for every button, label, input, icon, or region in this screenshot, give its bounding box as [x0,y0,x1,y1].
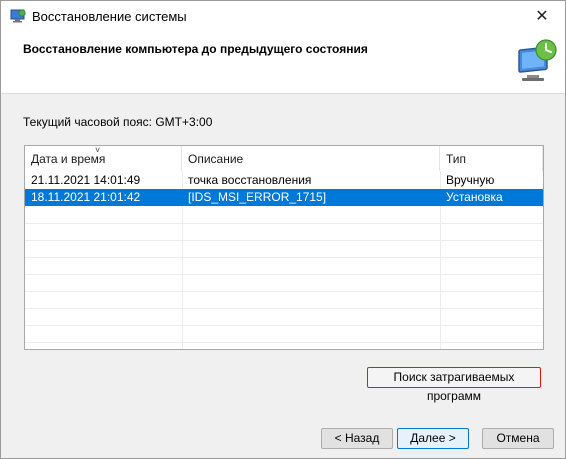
column-header-date[interactable]: Дата и время ˅ [25,146,182,171]
close-button[interactable]: ✕ [519,1,565,31]
row-divider [25,308,543,309]
close-icon: ✕ [535,8,549,25]
row-divider [25,291,543,292]
row-divider [25,325,543,326]
cancel-button[interactable]: Отмена [482,428,554,449]
row-description: точка восстановления [188,173,312,187]
wizard-header: Восстановление компьютера до предыдущего… [1,31,565,94]
row-divider [25,342,543,343]
row-type: Вручную [446,173,495,187]
page-title: Восстановление компьютера до предыдущего… [23,42,368,56]
scan-affected-programs-button[interactable]: Поиск затрагиваемых программ [367,367,541,403]
row-divider [25,274,543,275]
system-restore-window: Восстановление системы ✕ Восстановление … [0,0,566,459]
row-description: [IDS_MSI_ERROR_1715] [188,190,327,204]
next-button[interactable]: Далее > [397,428,469,449]
row-divider [25,223,543,224]
row-divider [25,257,543,258]
column-header-description[interactable]: Описание [182,146,440,171]
table-row[interactable]: 21.11.2021 14:01:49 точка восстановления… [25,172,543,189]
back-button[interactable]: < Назад [321,428,393,449]
column-header-type[interactable]: Тип [440,146,543,171]
row-date: 21.11.2021 14:01:49 [31,173,141,187]
system-restore-app-icon [10,9,26,23]
table-row-selected[interactable]: 18.11.2021 21:01:42 [IDS_MSI_ERROR_1715]… [25,189,543,206]
restore-points-list[interactable]: Дата и время ˅ Описание Тип 21.11.2021 1… [24,145,544,350]
window-title: Восстановление системы [32,9,187,24]
row-divider [25,240,543,241]
system-restore-monitor-icon [518,39,557,81]
sort-descending-icon: ˅ [95,145,101,155]
timezone-label: Текущий часовой пояс: GMT+3:00 [23,115,213,129]
row-date: 18.11.2021 21:01:42 [31,190,141,204]
title-bar: Восстановление системы ✕ [1,1,565,31]
row-type: Установка [446,190,503,204]
